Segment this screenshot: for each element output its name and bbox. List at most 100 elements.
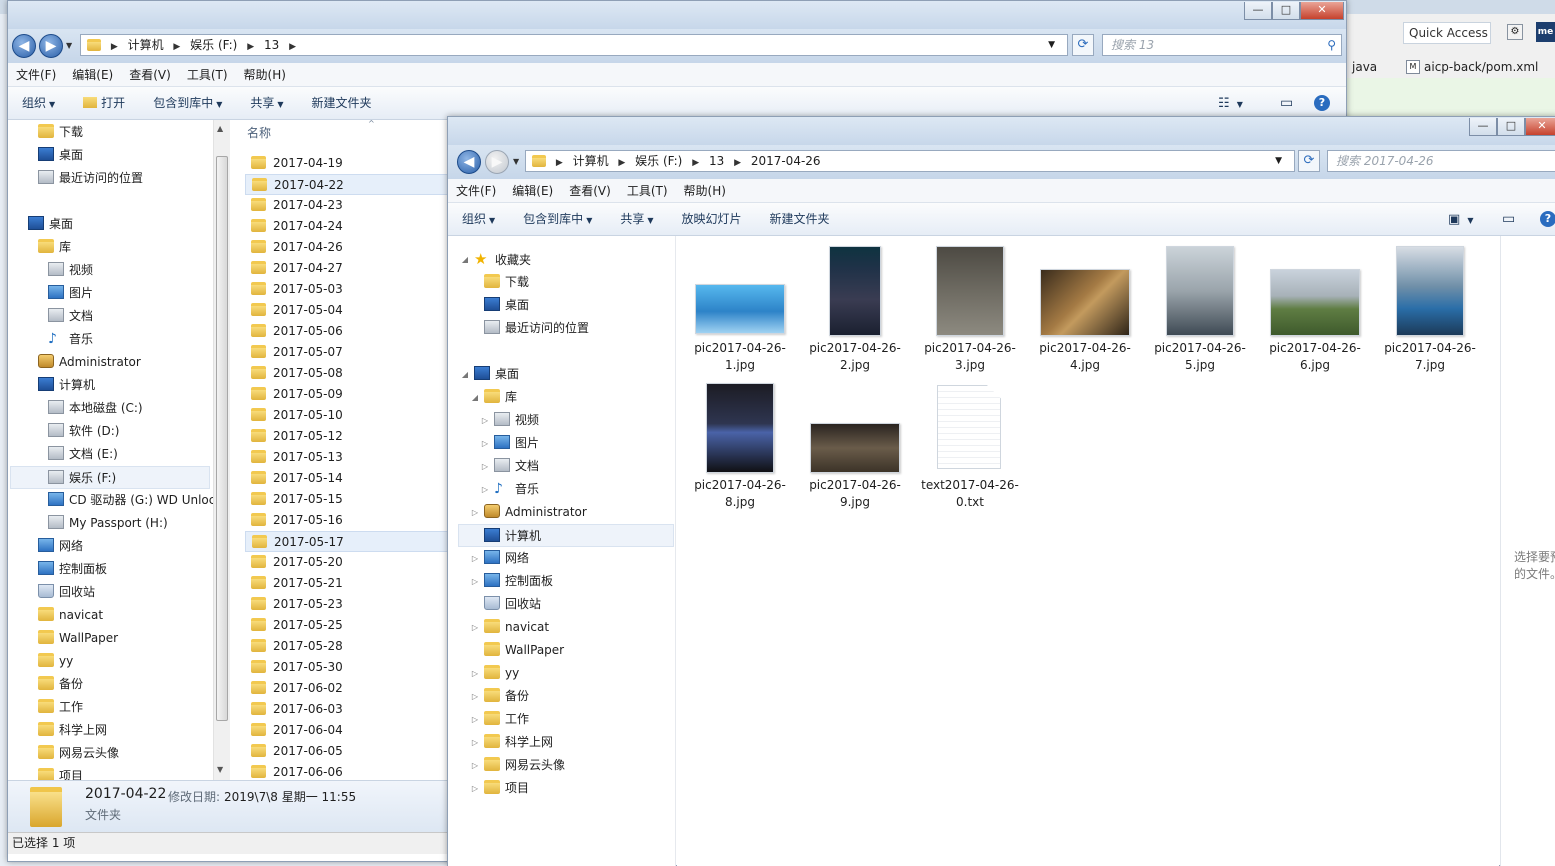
folder-row[interactable]: 2017-05-30	[245, 657, 455, 678]
nav-item[interactable]: 软件 (D:)	[48, 420, 119, 443]
expand-arrow-icon[interactable]: ▷	[470, 708, 480, 731]
folder-row[interactable]: 2017-05-03	[245, 279, 455, 300]
search-icon[interactable]: ⚲	[1327, 35, 1336, 55]
nav-item[interactable]: WallPaper	[484, 639, 564, 662]
nav-item[interactable]: 最近访问的位置	[38, 167, 143, 190]
background-tab-pom[interactable]: aicp-back/pom.xml	[1424, 56, 1538, 78]
breadcrumb-drive-f[interactable]: 娱乐 (F:)	[190, 38, 237, 52]
folder-row[interactable]: 2017-04-22	[245, 174, 455, 195]
nav-item[interactable]: 下载	[38, 121, 83, 144]
nav-item[interactable]: yy	[484, 662, 519, 685]
folder-row[interactable]: 2017-06-02	[245, 678, 455, 699]
nav-item[interactable]: 项目	[38, 765, 83, 780]
nav-item[interactable]: navicat	[484, 616, 549, 639]
navigation-scrollbar[interactable]: ▲ ▼	[213, 120, 230, 780]
nav-item[interactable]: 回收站	[38, 581, 95, 604]
folder-row[interactable]: 2017-06-06	[245, 762, 455, 780]
nav-item[interactable]: 桌面	[474, 363, 519, 386]
address-bar[interactable]: ▶ 计算机 ▶ 娱乐 (F:) ▶ 13 ▶ 2017-04-26 ▼	[525, 150, 1295, 172]
file-tile[interactable]: pic2017-04-26- 4.jpg	[1029, 245, 1141, 375]
close-button[interactable]: ✕	[1300, 2, 1344, 20]
file-grid[interactable]: pic2017-04-26- 1.jpg pic2017-04-26- 2.jpg pi…	[677, 236, 1499, 866]
menu-file[interactable]: 文件(F)	[8, 63, 64, 87]
nav-item[interactable]: CD 驱动器 (G:) WD Unloc	[48, 489, 213, 512]
help-icon[interactable]: ?	[1314, 95, 1330, 111]
folder-row[interactable]: 2017-04-24	[245, 216, 455, 237]
file-tile[interactable]: pic2017-04-26- 1.jpg	[684, 245, 796, 375]
nav-item[interactable]: 下载	[484, 271, 529, 294]
nav-item[interactable]: ♪ 音乐	[494, 478, 539, 501]
folder-row[interactable]: 2017-05-25	[245, 615, 455, 636]
folder-row[interactable]: 2017-05-09	[245, 384, 455, 405]
expand-arrow-icon[interactable]: ▷	[470, 501, 480, 524]
settings-icon[interactable]: ⚙	[1507, 24, 1523, 40]
nav-item[interactable]: 科学上网	[484, 731, 553, 754]
file-tile[interactable]: pic2017-04-26- 7.jpg	[1374, 245, 1486, 375]
menu-file[interactable]: 文件(F)	[448, 179, 504, 203]
organize-button[interactable]: 组织 ▼	[8, 87, 69, 121]
nav-item[interactable]: 计算机	[458, 524, 674, 547]
nav-item[interactable]: 图片	[48, 282, 93, 305]
column-header-name[interactable]: 名称	[247, 120, 271, 146]
nav-item[interactable]: 桌面	[38, 144, 83, 167]
breadcrumb-2017-04-26[interactable]: 2017-04-26	[751, 154, 821, 168]
nav-item[interactable]: yy	[38, 650, 73, 673]
menu-view[interactable]: 查看(V)	[121, 63, 179, 87]
nav-item[interactable]: 备份	[38, 673, 83, 696]
nav-item[interactable]: 网易云头像	[484, 754, 565, 777]
folder-row[interactable]: 2017-06-03	[245, 699, 455, 720]
nav-item[interactable]: 视频	[494, 409, 539, 432]
breadcrumb-computer[interactable]: 计算机	[573, 154, 609, 168]
navigation-pane[interactable]: 下载 桌面 最近访问的位置 桌面库视频 图片 文档 ♪ 音乐 Administrator 计算机本…	[8, 120, 213, 780]
nav-item[interactable]: 网易云头像	[38, 742, 119, 765]
folder-row[interactable]: 2017-04-23	[245, 195, 455, 216]
refresh-button[interactable]: ⟳	[1072, 34, 1094, 56]
folder-row[interactable]: 2017-05-28	[245, 636, 455, 657]
folder-row[interactable]: 2017-05-12	[245, 426, 455, 447]
address-dropdown-icon[interactable]: ▼	[1275, 151, 1282, 171]
menu-tools[interactable]: 工具(T)	[619, 179, 676, 203]
history-dropdown-icon[interactable]: ▼	[513, 157, 519, 166]
nav-item[interactable]: Administrator	[484, 501, 587, 524]
expand-arrow-icon[interactable]: ▷	[480, 455, 490, 478]
menu-help[interactable]: 帮助(H)	[676, 179, 734, 203]
folder-row[interactable]: 2017-04-26	[245, 237, 455, 258]
background-tab-java[interactable]: java	[1352, 56, 1377, 78]
folder-row[interactable]: 2017-05-17	[245, 531, 455, 552]
folder-row[interactable]: 2017-05-21	[245, 573, 455, 594]
scrollbar-thumb[interactable]	[216, 156, 228, 721]
menu-edit[interactable]: 编辑(E)	[64, 63, 121, 87]
breadcrumb-computer[interactable]: 计算机	[128, 38, 164, 52]
history-dropdown-icon[interactable]: ▼	[66, 41, 72, 50]
nav-item[interactable]: 控制面板	[38, 558, 107, 581]
expand-arrow-icon[interactable]: ▷	[480, 409, 490, 432]
address-bar[interactable]: ▶ 计算机 ▶ 娱乐 (F:) ▶ 13 ▶ ▼	[80, 34, 1068, 56]
nav-item[interactable]: My Passport (H:)	[48, 512, 168, 535]
minimize-button[interactable]: —	[1469, 118, 1497, 136]
breadcrumb-13[interactable]: 13	[709, 154, 724, 168]
open-button[interactable]: 打开	[69, 87, 139, 120]
nav-item[interactable]: 图片	[494, 432, 539, 455]
breadcrumb-13[interactable]: 13	[264, 38, 279, 52]
help-icon[interactable]: ?	[1540, 211, 1555, 227]
folder-row[interactable]: 2017-05-06	[245, 321, 455, 342]
folder-row[interactable]: 2017-05-20	[245, 552, 455, 573]
nav-item[interactable]: 回收站	[484, 593, 541, 616]
nav-item[interactable]: 网络	[38, 535, 83, 558]
expand-arrow-icon[interactable]: ◢	[460, 248, 470, 271]
expand-arrow-icon[interactable]: ▷	[470, 777, 480, 800]
expand-arrow-icon[interactable]: ▷	[470, 662, 480, 685]
nav-item[interactable]: 库	[38, 236, 71, 259]
share-button[interactable]: 共享 ▼	[606, 203, 667, 237]
folder-row[interactable]: 2017-05-10	[245, 405, 455, 426]
file-tile[interactable]: text2017-04-26- 0.txt	[914, 382, 1026, 512]
search-input[interactable]: 搜索 13 ⚲	[1102, 34, 1342, 56]
file-tile[interactable]: pic2017-04-26- 3.jpg	[914, 245, 1026, 375]
nav-item[interactable]: WallPaper	[38, 627, 118, 650]
organize-button[interactable]: 组织 ▼	[448, 203, 509, 237]
expand-arrow-icon[interactable]: ◢	[460, 363, 470, 386]
me-badge[interactable]: me	[1536, 22, 1555, 42]
nav-item[interactable]: 桌面	[484, 294, 529, 317]
folder-row[interactable]: 2017-05-13	[245, 447, 455, 468]
slideshow-button[interactable]: 放映幻灯片	[668, 203, 756, 236]
